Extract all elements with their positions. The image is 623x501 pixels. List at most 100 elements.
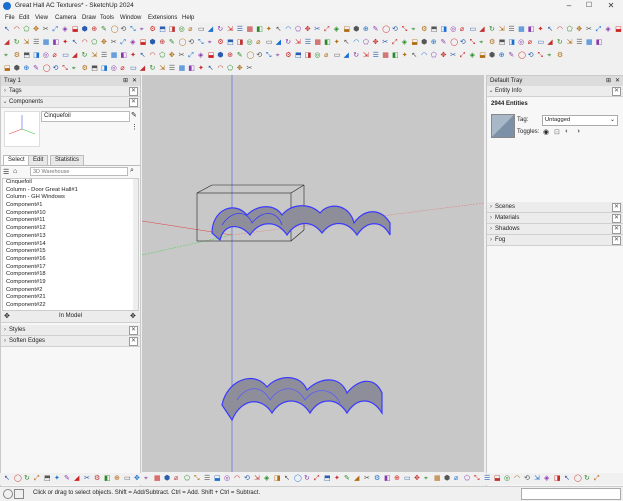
settings-icon[interactable]: ⚙ <box>14 52 22 60</box>
component-icon[interactable]: ◈ <box>264 475 272 483</box>
layers-icon[interactable]: ☰ <box>576 39 584 47</box>
tray-close-icon[interactable]: ✕ <box>132 76 137 86</box>
offset-icon[interactable]: ⇲ <box>254 475 262 483</box>
search-icon[interactable]: ⌕ <box>130 167 134 175</box>
push-pull-icon[interactable]: ◢ <box>354 475 362 483</box>
layers-icon[interactable]: ☰ <box>101 52 109 60</box>
eraser-icon[interactable]: ⌀ <box>188 26 196 34</box>
zoom-extents-icon[interactable]: ⤢ <box>596 26 604 34</box>
cut-icon[interactable]: ✂ <box>247 65 255 73</box>
list-item[interactable]: Column - GH Windows <box>3 194 138 202</box>
menu-draw[interactable]: Draw <box>82 15 96 21</box>
select-tool-icon[interactable]: ↖ <box>72 39 80 47</box>
target-icon[interactable]: ◎ <box>247 39 255 47</box>
grid-icon[interactable]: ▦ <box>586 39 594 47</box>
arc-icon[interactable]: ◠ <box>150 52 158 60</box>
arc-icon[interactable]: ◠ <box>14 26 22 34</box>
pencil-icon[interactable]: ✎ <box>101 26 109 34</box>
select-tool-icon[interactable]: ↖ <box>276 26 284 34</box>
view-right-icon[interactable]: ◨ <box>169 26 177 34</box>
polygon-icon[interactable]: ⬠ <box>227 65 235 73</box>
sandbox-icon[interactable]: ✦ <box>54 475 62 483</box>
component-icon[interactable]: ◈ <box>334 26 342 34</box>
zoom-extents-icon[interactable]: ⤢ <box>53 26 61 34</box>
circle-icon[interactable]: ◯ <box>450 39 458 47</box>
details-icon[interactable]: ⋮ <box>131 123 138 131</box>
select-tool-icon[interactable]: ↖ <box>411 52 419 60</box>
model-canvas[interactable] <box>141 75 485 472</box>
style-icon[interactable]: ⬓ <box>479 52 487 60</box>
pencil-icon[interactable]: ✎ <box>508 52 516 60</box>
section-plane-icon[interactable]: ⬒ <box>499 39 507 47</box>
offset-icon[interactable]: ⇲ <box>227 26 235 34</box>
push-pull-icon[interactable]: ◢ <box>74 475 82 483</box>
eraser-icon[interactable]: ⌀ <box>528 39 536 47</box>
scale-icon[interactable]: ⤡ <box>474 475 482 483</box>
sandbox-icon[interactable]: ✦ <box>130 52 138 60</box>
3d-viewport[interactable] <box>141 75 485 472</box>
zoom-extents-icon[interactable]: ⤢ <box>392 39 400 47</box>
layers-icon[interactable]: ☰ <box>373 52 381 60</box>
rectangle-icon[interactable]: ▭ <box>62 52 70 60</box>
menu-extensions[interactable]: Extensions <box>148 15 177 21</box>
list-item[interactable]: Cinquefoil <box>3 179 138 187</box>
style-icon[interactable]: ⬓ <box>615 26 623 34</box>
view-left-icon[interactable]: ◧ <box>188 65 196 73</box>
add-icon[interactable]: ⊕ <box>159 39 167 47</box>
rectangle-icon[interactable]: ▭ <box>266 39 274 47</box>
rectangle-icon[interactable]: ▭ <box>470 26 478 34</box>
eraser-icon[interactable]: ⌀ <box>324 52 332 60</box>
close-icon[interactable]: ✕ <box>129 98 138 107</box>
view-left-icon[interactable]: ◧ <box>53 39 61 47</box>
list-item[interactable]: Component#18 <box>3 271 138 279</box>
arc-icon[interactable]: ◠ <box>353 39 361 47</box>
orbit-icon[interactable]: ↻ <box>285 39 293 47</box>
view-options-icon[interactable]: ☰ <box>3 168 9 176</box>
style-icon[interactable]: ⬓ <box>208 52 216 60</box>
push-pull-icon[interactable]: ◢ <box>140 65 148 73</box>
sandbox-icon[interactable]: ✦ <box>334 39 342 47</box>
add-icon[interactable]: ⊕ <box>363 26 371 34</box>
layers-icon[interactable]: ☰ <box>508 26 516 34</box>
rotate-icon[interactable]: ⟲ <box>244 475 252 483</box>
circle-icon[interactable]: ◯ <box>382 26 390 34</box>
tape-measure-icon[interactable]: ⌖ <box>479 39 487 47</box>
move-icon[interactable]: ✥ <box>33 26 41 34</box>
eraser-icon[interactable]: ⌀ <box>256 39 264 47</box>
select-tool-icon[interactable]: ↖ <box>547 26 555 34</box>
move-icon[interactable]: ✥ <box>237 65 245 73</box>
offset-icon[interactable]: ⇲ <box>363 52 371 60</box>
grid-icon[interactable]: ▦ <box>154 475 162 483</box>
soften-edges-section[interactable]: › Soften Edges ✕ <box>1 336 140 347</box>
move-icon[interactable]: ✥ <box>169 52 177 60</box>
fog-section[interactable]: › Fog ✕ <box>487 235 623 246</box>
offset-icon[interactable]: ⇲ <box>499 26 507 34</box>
polygon-icon[interactable]: ⬠ <box>159 52 167 60</box>
tag-dropdown[interactable]: Untagged ⌄ <box>542 115 618 126</box>
search-input[interactable] <box>30 167 128 176</box>
orbit-icon[interactable]: ↻ <box>557 39 565 47</box>
add-icon[interactable]: ⊕ <box>23 65 31 73</box>
push-pull-icon[interactable]: ◢ <box>344 52 352 60</box>
orbit-icon[interactable]: ↻ <box>353 52 361 60</box>
circle-icon[interactable]: ◯ <box>574 475 582 483</box>
list-item[interactable]: Component#13 <box>3 233 138 241</box>
grid-icon[interactable]: ▦ <box>179 65 187 73</box>
layers-icon[interactable]: ☰ <box>484 475 492 483</box>
circle-icon[interactable]: ◯ <box>111 26 119 34</box>
zoom-extents-icon[interactable]: ⤢ <box>314 475 322 483</box>
material-swatch[interactable] <box>491 114 515 138</box>
select-tool-icon[interactable]: ↖ <box>4 475 12 483</box>
in-model-label[interactable]: In Model <box>59 313 82 319</box>
style-icon[interactable]: ⬓ <box>411 39 419 47</box>
grid-icon[interactable]: ▦ <box>247 26 255 34</box>
component-icon[interactable]: ◈ <box>470 52 478 60</box>
orbit-icon[interactable]: ↻ <box>82 52 90 60</box>
pencil-icon[interactable]: ✎ <box>344 475 352 483</box>
view-left-icon[interactable]: ◧ <box>392 52 400 60</box>
settings-icon[interactable]: ⚙ <box>150 26 158 34</box>
target-icon[interactable]: ◎ <box>224 475 232 483</box>
push-pull-icon[interactable]: ◢ <box>276 39 284 47</box>
pencil-icon[interactable]: ✎ <box>33 65 41 73</box>
maximize-button[interactable]: ☐ <box>580 1 598 11</box>
